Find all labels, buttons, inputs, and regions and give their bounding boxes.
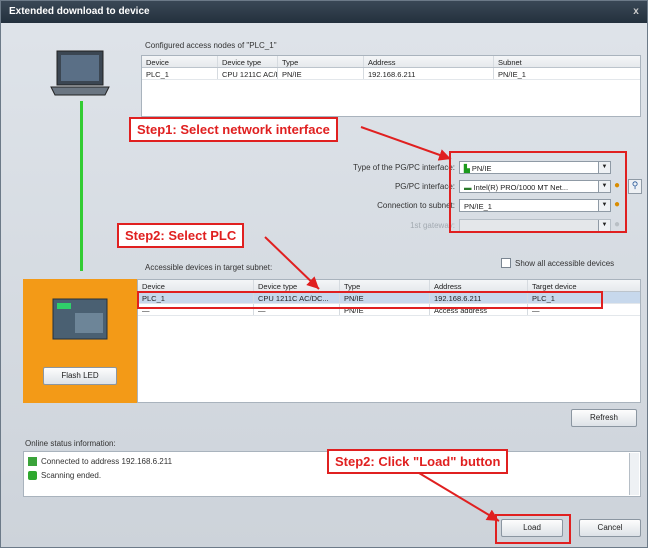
extended-download-dialog: Extended download to device x Configured… bbox=[0, 0, 648, 548]
step1-arrow bbox=[360, 126, 452, 161]
step2-load-arrow bbox=[418, 472, 500, 522]
annotation-arrows bbox=[264, 126, 500, 522]
step2-plc-arrow bbox=[264, 236, 320, 290]
